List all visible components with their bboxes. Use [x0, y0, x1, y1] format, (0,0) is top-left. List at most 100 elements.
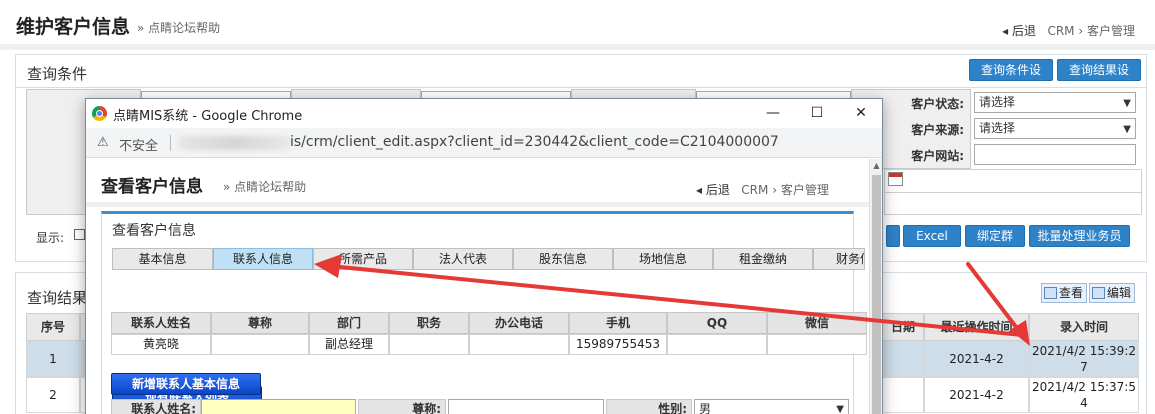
contact-name-cell[interactable]: 黄亮晓: [111, 334, 211, 355]
bind-group-button[interactable]: 绑定群组: [965, 225, 1025, 263]
tab-legal-rep[interactable]: 法人代表: [413, 248, 513, 270]
row-1-date: [882, 341, 924, 377]
popup-help-link[interactable]: » 点睛论坛帮助: [223, 178, 306, 195]
maximize-button[interactable]: ☐: [802, 103, 832, 123]
insecure-label[interactable]: 不安全: [119, 135, 158, 154]
popup-header-divider: [86, 202, 869, 207]
customer-website-input[interactable]: [974, 144, 1136, 165]
contact-wechat-cell: [767, 334, 867, 355]
row-2-created: 2021/4/2 15:37:5 4: [1029, 377, 1139, 413]
column-header-date[interactable]: 日期: [882, 313, 924, 341]
breadcrumb-crm[interactable]: CRM: [1047, 24, 1074, 38]
popup-breadcrumb-current: 客户管理: [780, 183, 829, 197]
show-label: 显示:: [36, 231, 65, 245]
query-extra-divider: [884, 192, 1142, 193]
contacts-col-position: 职务: [389, 312, 469, 334]
minimize-button[interactable]: —: [758, 103, 788, 123]
view-button[interactable]: 查看: [1041, 283, 1088, 303]
row-2-created-line2: 4: [1080, 396, 1088, 410]
contact-mobile-cell: 15989755453: [569, 334, 667, 355]
scroll-up-icon[interactable]: ▲: [870, 161, 882, 170]
contact-name-label: 联系人姓名:: [111, 399, 201, 414]
column-header-seq[interactable]: 序号: [26, 313, 80, 341]
hidden-action-button[interactable]: [886, 225, 900, 247]
contact-title-input[interactable]: [448, 399, 604, 414]
popup-page-title: 查看客户信息: [101, 177, 203, 197]
contacts-col-wechat: 微信: [767, 312, 867, 334]
page-title: 维护客户信息: [16, 16, 131, 38]
contact-title-cell: [211, 334, 309, 355]
back-link[interactable]: ◂ 后退: [1002, 24, 1036, 38]
tab-bar: 基本信息 联系人信息 所需产品 法人代表 股东信息 场地信息 租金缴纳 财务信: [112, 248, 865, 270]
row-2-last-op: 2021-4-2: [924, 377, 1029, 413]
breadcrumb-current: 客户管理: [1086, 24, 1135, 38]
row-2-date: [882, 377, 924, 413]
contact-position-cell: [389, 334, 469, 355]
row-2-created-line1: 2021/4/2 15:37:5: [1032, 380, 1136, 394]
chrome-logo-icon: [92, 106, 107, 121]
url-path[interactable]: is/crm/client_edit.aspx?client_id=230442…: [290, 134, 779, 150]
edit-button[interactable]: 编辑: [1089, 283, 1136, 303]
edit-icon: [1092, 287, 1105, 299]
help-link[interactable]: » 点睛论坛帮助: [137, 19, 220, 36]
row-1-created-line2: 7: [1080, 360, 1088, 374]
result-heading: 查询结果: [27, 289, 88, 307]
contacts-col-title: 尊称: [211, 312, 309, 334]
popup-breadcrumb-crm[interactable]: CRM: [741, 183, 768, 197]
edit-label: 编辑: [1107, 286, 1132, 300]
column-header-last-op[interactable]: 最近操作时间: [924, 313, 1029, 341]
row-1-last-op: 2021-4-2: [924, 341, 1029, 377]
view-icon: [1044, 287, 1057, 299]
new-contact-section-button[interactable]: 新增联系人基本信息: [111, 373, 261, 395]
customer-status-select[interactable]: 请选择 ▼: [974, 92, 1136, 113]
address-separator: [170, 135, 171, 151]
breadcrumb-separator: ›: [1078, 24, 1084, 38]
chevron-down-icon: ▼: [1123, 98, 1131, 109]
contacts-col-qq: QQ: [667, 312, 767, 334]
show-checkbox[interactable]: [74, 229, 85, 240]
tab-venue[interactable]: 场地信息: [613, 248, 713, 270]
query-settings-button[interactable]: 查询条件设置: [969, 59, 1053, 97]
tab-basic-info[interactable]: 基本信息: [112, 248, 213, 270]
warning-icon[interactable]: ⚠: [97, 135, 109, 150]
tab-contacts[interactable]: 联系人信息: [213, 248, 313, 270]
contacts-col-mobile: 手机: [569, 312, 667, 334]
popup-back-link[interactable]: ◂ 后退: [696, 183, 730, 197]
close-button[interactable]: ✕: [846, 103, 876, 123]
contacts-col-dept: 部门: [309, 312, 389, 334]
breadcrumb: ◂ 后退 CRM › 客户管理: [1002, 22, 1135, 39]
gender-value: 男: [699, 402, 712, 414]
row-2-seq[interactable]: 2: [26, 377, 80, 413]
row-1-created-line1: 2021/4/2 15:39:2: [1032, 344, 1136, 358]
row-1-seq[interactable]: 1: [26, 341, 80, 377]
column-header-created[interactable]: 录入时间: [1029, 313, 1139, 341]
chevron-down-icon: ▼: [836, 404, 844, 414]
vertical-scrollbar[interactable]: ▲: [869, 159, 882, 414]
window-titlebar[interactable]: 点睛MIS系统 - Google Chrome — ☐ ✕: [86, 99, 882, 128]
excel-button[interactable]: Excel: [903, 225, 961, 247]
address-bar[interactable]: ⚠ 不安全 is/crm/client_edit.aspx?client_id=…: [86, 128, 882, 158]
contact-title-label: 尊称:: [358, 399, 446, 414]
query-divider: [16, 87, 1146, 88]
gender-select[interactable]: 男 ▼: [694, 399, 849, 414]
query-heading: 查询条件: [27, 65, 88, 83]
contact-dept-cell: 副总经理: [309, 334, 389, 355]
row-1-created: 2021/4/2 15:39:2 7: [1029, 341, 1139, 377]
tab-rent[interactable]: 租金缴纳: [713, 248, 813, 270]
contact-office-phone-cell: [469, 334, 569, 355]
contact-name-input[interactable]: [201, 399, 356, 414]
calendar-icon[interactable]: [888, 172, 903, 186]
header-divider: [0, 44, 1155, 50]
customer-source-select[interactable]: 请选择 ▼: [974, 118, 1136, 139]
tab-finance[interactable]: 财务信: [813, 248, 865, 270]
tab-shareholders[interactable]: 股东信息: [513, 248, 613, 270]
tab-products[interactable]: 所需产品: [313, 248, 413, 270]
result-settings-button[interactable]: 查询结果设置: [1057, 59, 1141, 97]
gender-label: 性别:: [606, 399, 692, 414]
batch-assign-button[interactable]: 批量处理业务员: [1029, 225, 1130, 247]
blurred-host: [178, 136, 292, 150]
customer-source-value: 请选择: [979, 121, 1016, 135]
contact-qq-cell: [667, 334, 767, 355]
scroll-thumb[interactable]: [872, 175, 881, 414]
chrome-popup-window: 点睛MIS系统 - Google Chrome — ☐ ✕ ⚠ 不安全 is/c…: [85, 98, 883, 414]
